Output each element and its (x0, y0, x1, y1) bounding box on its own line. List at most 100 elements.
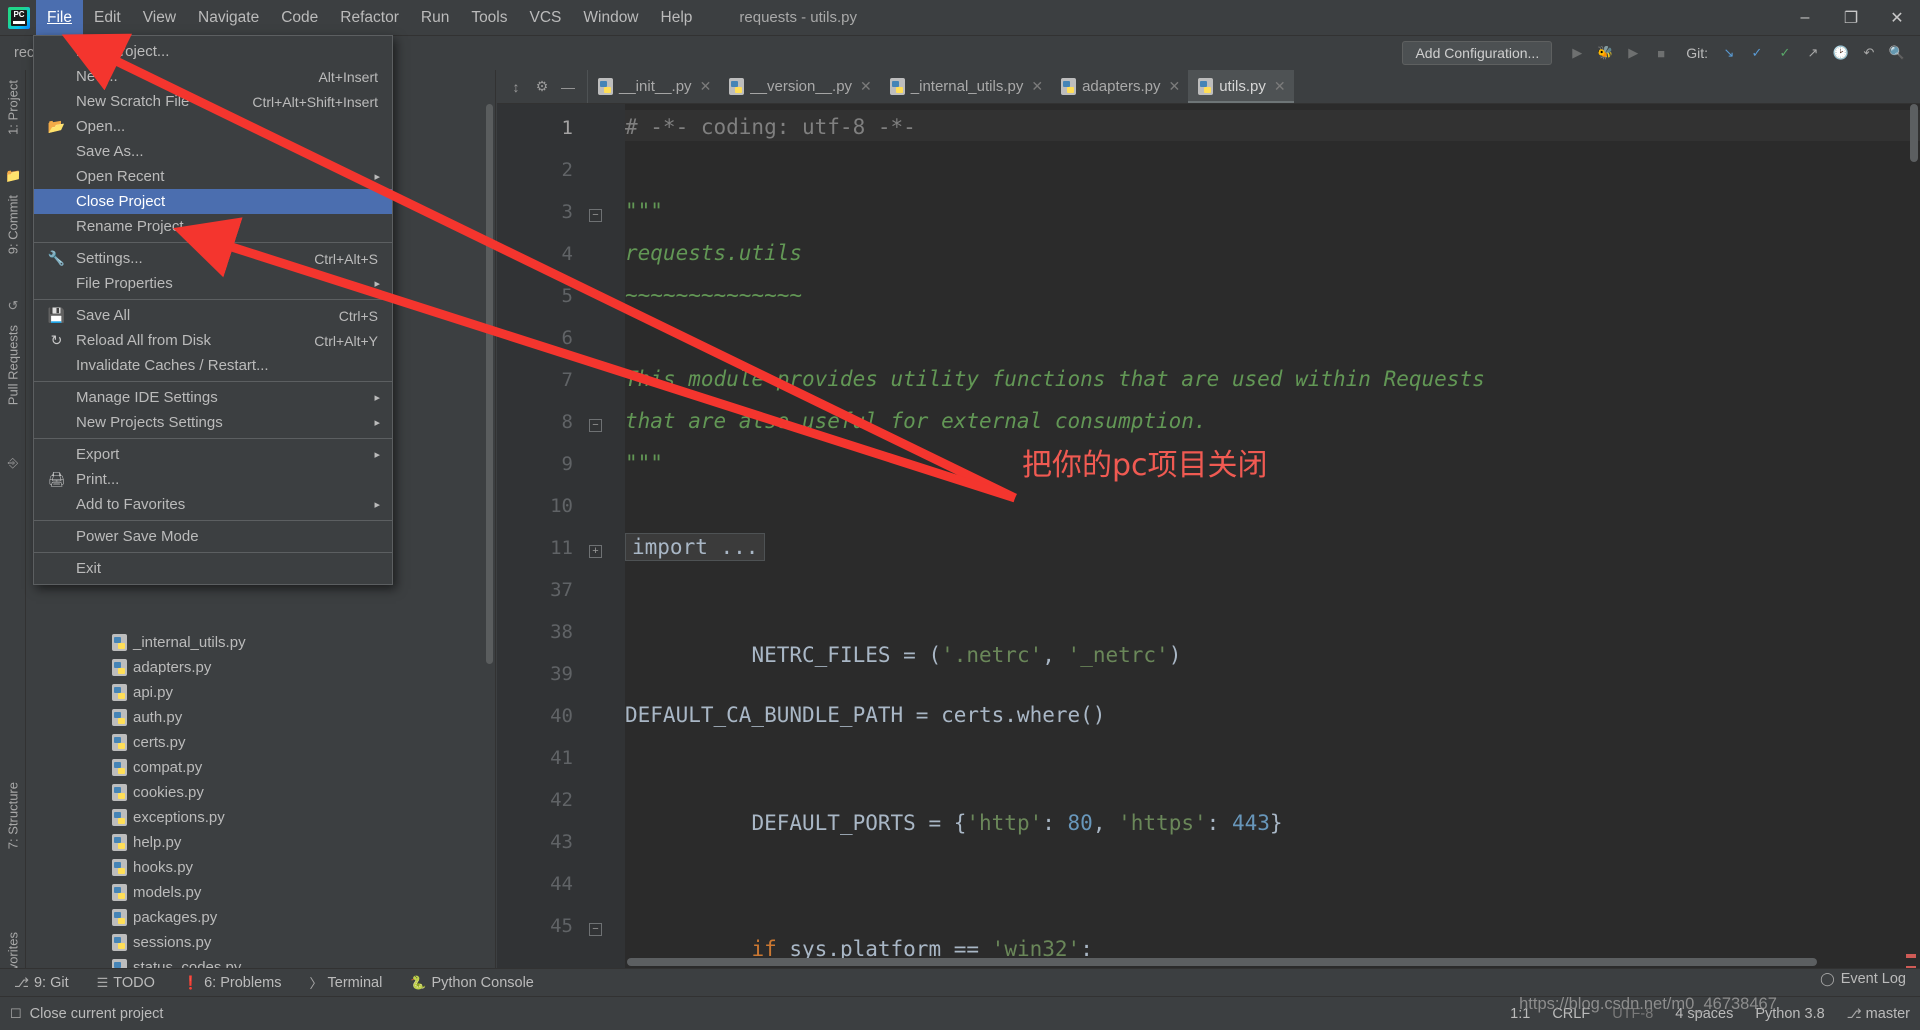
menubar-item-view[interactable]: View (132, 0, 187, 36)
menubar-item-edit[interactable]: Edit (83, 0, 132, 36)
menubar-item-refactor[interactable]: Refactor (329, 0, 410, 36)
list-item[interactable]: help.py (26, 830, 495, 855)
settings-gear-icon[interactable]: ⚙ (531, 76, 553, 98)
close-icon[interactable]: ✕ (1274, 78, 1286, 95)
fold-expand-icon[interactable]: + (589, 545, 602, 558)
sidebar-item-project[interactable]: 1: Project (0, 80, 26, 135)
list-item[interactable]: certs.py (26, 730, 495, 755)
menubar-item-tools[interactable]: Tools (460, 0, 518, 36)
menu-item-settings[interactable]: 🔧 Settings... Ctrl+Alt+S (34, 246, 392, 271)
collapse-all-icon[interactable]: ↕ (505, 76, 527, 98)
menu-item-print[interactable]: 🖨 Print... (34, 467, 392, 492)
close-icon[interactable]: ✕ (860, 78, 872, 95)
run-icon[interactable]: ▶ (1564, 40, 1590, 66)
fold-marker-icon[interactable]: − (589, 923, 602, 936)
list-item[interactable]: models.py (26, 880, 495, 905)
menu-item-close-project[interactable]: Close Project (34, 189, 392, 214)
undo-icon[interactable]: ↶ (1856, 40, 1882, 66)
tab-init-py[interactable]: __init__.py ✕ (588, 70, 719, 103)
menu-item-label: Export (76, 446, 120, 463)
minimize-button[interactable]: – (1782, 0, 1828, 36)
list-item[interactable]: api.py (26, 680, 495, 705)
menu-item-add-to-favorites[interactable]: Add to Favorites ▸ (34, 492, 392, 517)
list-item[interactable]: hooks.py (26, 855, 495, 880)
tool-button-terminal[interactable]: 〉 Terminal (295, 969, 396, 997)
tool-button-problems[interactable]: ❗ 6: Problems (169, 969, 296, 997)
sidebar-item-commit[interactable]: 9: Commit (0, 195, 26, 254)
editor-vertical-scrollbar[interactable] (1910, 104, 1918, 162)
list-item[interactable]: compat.py (26, 755, 495, 780)
menu-item-new[interactable]: New... Alt+Insert (34, 64, 392, 89)
menu-item-power-save-mode[interactable]: Power Save Mode (34, 524, 392, 549)
editor-horizontal-scrollbar[interactable] (627, 958, 1817, 966)
menubar-item-file[interactable]: File (36, 0, 83, 36)
tab-utils-py[interactable]: utils.py ✕ (1188, 70, 1295, 103)
menubar-item-help[interactable]: Help (650, 0, 704, 36)
menu-item-exit[interactable]: Exit (34, 556, 392, 581)
debug-icon[interactable]: 🐝 (1592, 40, 1618, 66)
git-push-icon[interactable]: ✓ (1772, 40, 1798, 66)
breadcrumb[interactable]: rec (14, 45, 34, 61)
menu-item-open-recent[interactable]: Open Recent ▸ (34, 164, 392, 189)
menu-item-open[interactable]: 📂 Open... (34, 114, 392, 139)
coverage-icon[interactable]: ▶ (1620, 40, 1646, 66)
menu-item-invalidate-caches[interactable]: Invalidate Caches / Restart... (34, 353, 392, 378)
menu-item-file-properties[interactable]: File Properties ▸ (34, 271, 392, 296)
git-update-icon[interactable]: ↘ (1716, 40, 1742, 66)
git-commit-icon[interactable]: ✓ (1744, 40, 1770, 66)
menu-item-new-project[interactable]: New Project... (34, 39, 392, 64)
file-menu-dropdown[interactable]: New Project... New... Alt+Insert New Scr… (33, 35, 393, 585)
list-item[interactable]: packages.py (26, 905, 495, 930)
menu-item-save-all[interactable]: 💾 Save All Ctrl+S (34, 303, 392, 328)
close-button[interactable]: ✕ (1874, 0, 1920, 36)
code-text[interactable]: # -*- coding: utf-8 -*- """ requests.uti… (625, 104, 1920, 968)
code-editor[interactable]: Analyzing... 1 2 3 4 5 6 7 8 9 10 11 37 … (497, 104, 1920, 970)
sidebar-item-pull-requests[interactable]: Pull Requests (0, 325, 26, 405)
menu-item-reload-all-from-disk[interactable]: ↻ Reload All from Disk Ctrl+Alt+Y (34, 328, 392, 353)
menubar-item-run[interactable]: Run (410, 0, 460, 36)
fold-marker-icon[interactable]: − (589, 209, 602, 222)
menubar-item-navigate[interactable]: Navigate (187, 0, 270, 36)
tool-button-git[interactable]: ⎇ 9: Git (0, 969, 83, 997)
list-item[interactable]: status_codes.py (26, 955, 495, 968)
tool-button-python-console[interactable]: 🐍 Python Console (396, 969, 548, 997)
list-item[interactable]: auth.py (26, 705, 495, 730)
error-stripe-mark[interactable] (1906, 954, 1916, 958)
maximize-button[interactable]: ❐ (1828, 0, 1874, 36)
tab-version-py[interactable]: __version__.py ✕ (719, 70, 879, 103)
menu-item-manage-ide-settings[interactable]: Manage IDE Settings ▸ (34, 385, 392, 410)
list-item[interactable]: cookies.py (26, 780, 495, 805)
git-arrow-icon[interactable]: ↗ (1800, 40, 1826, 66)
menu-item-export[interactable]: Export ▸ (34, 442, 392, 467)
close-icon[interactable]: ✕ (1031, 78, 1043, 95)
search-icon[interactable]: 🔍 (1884, 40, 1910, 66)
line-number: 6 (561, 327, 573, 349)
tab-label: utils.py (1219, 78, 1266, 95)
editor-gutter[interactable]: 1 2 3 4 5 6 7 8 9 10 11 37 38 39 40 41 4… (497, 104, 625, 968)
stop-icon[interactable]: ■ (1648, 40, 1674, 66)
add-configuration-button[interactable]: Add Configuration... (1402, 41, 1553, 65)
tab-internal-utils-py[interactable]: _internal_utils.py ✕ (880, 70, 1051, 103)
tool-button-todo[interactable]: ☰ TODO (83, 969, 169, 997)
menu-item-new-projects-settings[interactable]: New Projects Settings ▸ (34, 410, 392, 435)
fold-marker-icon[interactable]: − (589, 419, 602, 432)
menu-item-new-scratch-file[interactable]: New Scratch File Ctrl+Alt+Shift+Insert (34, 89, 392, 114)
list-item[interactable]: exceptions.py (26, 805, 495, 830)
project-scrollbar[interactable] (486, 104, 493, 664)
close-icon[interactable]: ✕ (700, 78, 712, 95)
sidebar-item-structure[interactable]: 7: Structure (0, 782, 26, 849)
menu-item-rename-project[interactable]: Rename Project... (34, 214, 392, 239)
menubar-item-code[interactable]: Code (270, 0, 329, 36)
history-icon[interactable]: 🕑 (1828, 40, 1854, 66)
menubar-item-window[interactable]: Window (572, 0, 649, 36)
tab-adapters-py[interactable]: adapters.py ✕ (1051, 70, 1188, 103)
list-item[interactable]: _internal_utils.py (26, 630, 495, 655)
git-branch-widget[interactable]: ⎇ master (1847, 1006, 1910, 1022)
list-item[interactable]: sessions.py (26, 930, 495, 955)
hide-icon[interactable]: — (557, 76, 579, 98)
menu-item-save-as[interactable]: Save As... (34, 139, 392, 164)
close-icon[interactable]: ✕ (1168, 78, 1180, 95)
menubar-item-vcs[interactable]: VCS (519, 0, 573, 36)
event-log-button[interactable]: ◯ Event Log (1820, 971, 1906, 987)
list-item[interactable]: adapters.py (26, 655, 495, 680)
